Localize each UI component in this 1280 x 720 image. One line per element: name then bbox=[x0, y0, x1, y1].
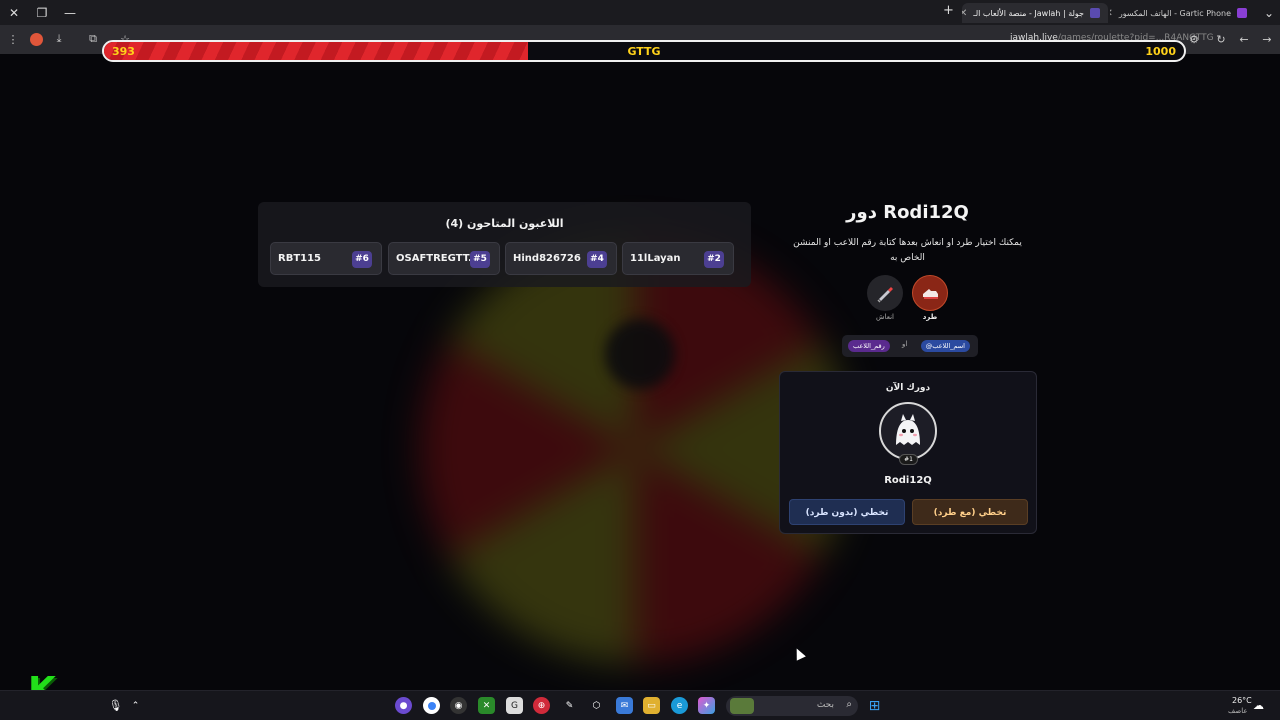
mail-icon[interactable]: ✉ bbox=[616, 697, 633, 714]
revive-label: انعاش bbox=[876, 313, 894, 321]
menu-kebab-icon[interactable]: ⋮ bbox=[4, 30, 22, 48]
back-icon[interactable]: → bbox=[1258, 30, 1276, 48]
player-chip[interactable]: Hind826726 #4 bbox=[505, 242, 617, 275]
tray-chevron-up-icon[interactable]: ⌃ bbox=[127, 697, 144, 714]
player-avatar bbox=[879, 402, 937, 460]
tab-gartic[interactable]: Gartic Phone - الهاتف المكسور ✕ bbox=[1110, 3, 1255, 23]
turn-title: دور Rodi12Q bbox=[846, 202, 969, 223]
player-number: #5 bbox=[470, 251, 490, 268]
player-name: OSAFTREGTT... bbox=[396, 253, 480, 264]
close-window-icon[interactable]: ✕ bbox=[0, 0, 28, 25]
obs-icon[interactable]: ◉ bbox=[450, 697, 467, 714]
available-players-panel: اللاعبون المتاحون (4) 11lLayan #2 Hind82… bbox=[258, 202, 751, 287]
gartic-favicon-icon bbox=[1237, 8, 1247, 18]
syringe-icon bbox=[877, 287, 893, 303]
windows-start-icon[interactable]: ⊞ bbox=[866, 697, 883, 714]
copilot-icon[interactable]: ✦ bbox=[698, 697, 715, 714]
your-turn-label: دورك الآن bbox=[885, 383, 931, 393]
jawlah-favicon-icon bbox=[1090, 8, 1100, 18]
current-player-name: Rodi12Q bbox=[884, 475, 932, 486]
xbox-icon[interactable]: ✕ bbox=[478, 697, 495, 714]
game-stage bbox=[0, 54, 1280, 690]
tab-label: Gartic Phone - الهاتف المكسور bbox=[1118, 8, 1231, 18]
profile-avatar[interactable] bbox=[27, 30, 45, 48]
or-label: او bbox=[902, 340, 908, 348]
close-tab-icon[interactable]: ✕ bbox=[1110, 8, 1113, 19]
taskbar-search-box[interactable]: بحث ⌕ bbox=[726, 696, 858, 716]
revive-action-button[interactable] bbox=[867, 275, 903, 311]
edge-icon[interactable]: e bbox=[671, 697, 688, 714]
chrome-icon[interactable] bbox=[423, 697, 440, 714]
mention-number-pill: رقم_اللاعب bbox=[848, 340, 890, 352]
weather-temperature: 26°C bbox=[1232, 696, 1252, 705]
minimize-window-icon[interactable]: — bbox=[56, 0, 84, 25]
score-progress-bar: 393 GTTG 1000 bbox=[102, 40, 1186, 62]
g-app-icon[interactable]: G bbox=[506, 697, 523, 714]
players-title: اللاعبون المتاحون (4) bbox=[445, 217, 564, 230]
mention-hint-row: @اسم_اللاعب او رقم_اللاعب bbox=[842, 335, 978, 357]
split-view-icon[interactable]: ⧉ bbox=[84, 30, 102, 48]
skip-without-kick-button[interactable]: تخطي (بدون طرد) bbox=[789, 499, 905, 525]
player-name: Hind826726 bbox=[513, 253, 581, 264]
microphone-icon[interactable]: 🎙 bbox=[107, 697, 124, 714]
red-app-icon[interactable]: ⊕ bbox=[533, 697, 550, 714]
settings-app-icon[interactable]: ⬡ bbox=[588, 697, 605, 714]
site-settings-icon[interactable]: ⚙ bbox=[1185, 30, 1203, 48]
current-turn-card: دورك الآن #1 Rodi12Q تخطي (بدون طرد) تخط… bbox=[779, 371, 1037, 534]
forward-icon[interactable]: ← bbox=[1235, 30, 1253, 48]
ghost-avatar-icon bbox=[896, 414, 920, 445]
file-explorer-icon[interactable]: ▭ bbox=[643, 697, 660, 714]
player-name: 11lLayan bbox=[630, 253, 681, 264]
pen-app-icon[interactable]: ✎ bbox=[561, 697, 578, 714]
search-icon: ⌕ bbox=[846, 699, 852, 710]
search-highlight-image bbox=[730, 698, 754, 714]
windows-taskbar: 🎙 ⌃ ● ◉ ✕ G ⊕ ✎ ⬡ ✉ ▭ e ✦ بحث ⌕ ⊞ 26°C ع… bbox=[0, 690, 1280, 720]
new-tab-button[interactable]: + bbox=[943, 3, 954, 18]
player-rank-badge: #1 bbox=[899, 454, 918, 465]
weather-cloud-icon: ☁ bbox=[1253, 699, 1264, 712]
player-number: #2 bbox=[704, 251, 724, 268]
player-chip[interactable]: RBT115 #6 bbox=[270, 242, 382, 275]
search-placeholder: بحث bbox=[816, 700, 834, 710]
progress-label: GTTG bbox=[627, 45, 661, 58]
restore-window-icon[interactable]: ❐ bbox=[28, 0, 56, 25]
progress-max: 1000 bbox=[1145, 45, 1176, 58]
weather-status: عاصف bbox=[1228, 707, 1248, 715]
screen: ✕ ❐ — + جولة | Jawlah - منصة الألعاب الـ… bbox=[0, 0, 1280, 720]
player-chip[interactable]: 11lLayan #2 bbox=[622, 242, 734, 275]
skip-with-kick-button[interactable]: تخطي (مع طرد) bbox=[912, 499, 1028, 525]
turn-hint: يمكنك اختيار طرد او انعاش بعدها كتابة رق… bbox=[793, 238, 1022, 263]
tab-search-icon[interactable]: ⌄ bbox=[1255, 0, 1280, 25]
roulette-hub bbox=[605, 319, 675, 389]
kick-action-button[interactable] bbox=[912, 275, 948, 311]
kick-label: طرد bbox=[922, 313, 938, 321]
download-icon[interactable]: ⤓ bbox=[50, 30, 68, 48]
player-number: #4 bbox=[587, 251, 607, 268]
mention-name-pill: @اسم_اللاعب bbox=[920, 340, 970, 352]
browser-tab-bar: ✕ ❐ — + جولة | Jawlah - منصة الألعاب الـ… bbox=[0, 0, 1280, 25]
tab-label: جولة | Jawlah - منصة الألعاب الـ bbox=[973, 8, 1084, 18]
tab-jawlah[interactable]: جولة | Jawlah - منصة الألعاب الـ ✕ bbox=[962, 3, 1108, 23]
boot-icon bbox=[923, 289, 938, 299]
player-number: #6 bbox=[352, 251, 372, 268]
close-tab-icon[interactable]: ✕ bbox=[962, 8, 967, 19]
player-chip[interactable]: OSAFTREGTT... #5 bbox=[388, 242, 500, 275]
reload-icon[interactable]: ↻ bbox=[1212, 30, 1230, 48]
discord-icon[interactable]: ● bbox=[395, 697, 412, 714]
player-name: RBT115 bbox=[278, 253, 322, 264]
